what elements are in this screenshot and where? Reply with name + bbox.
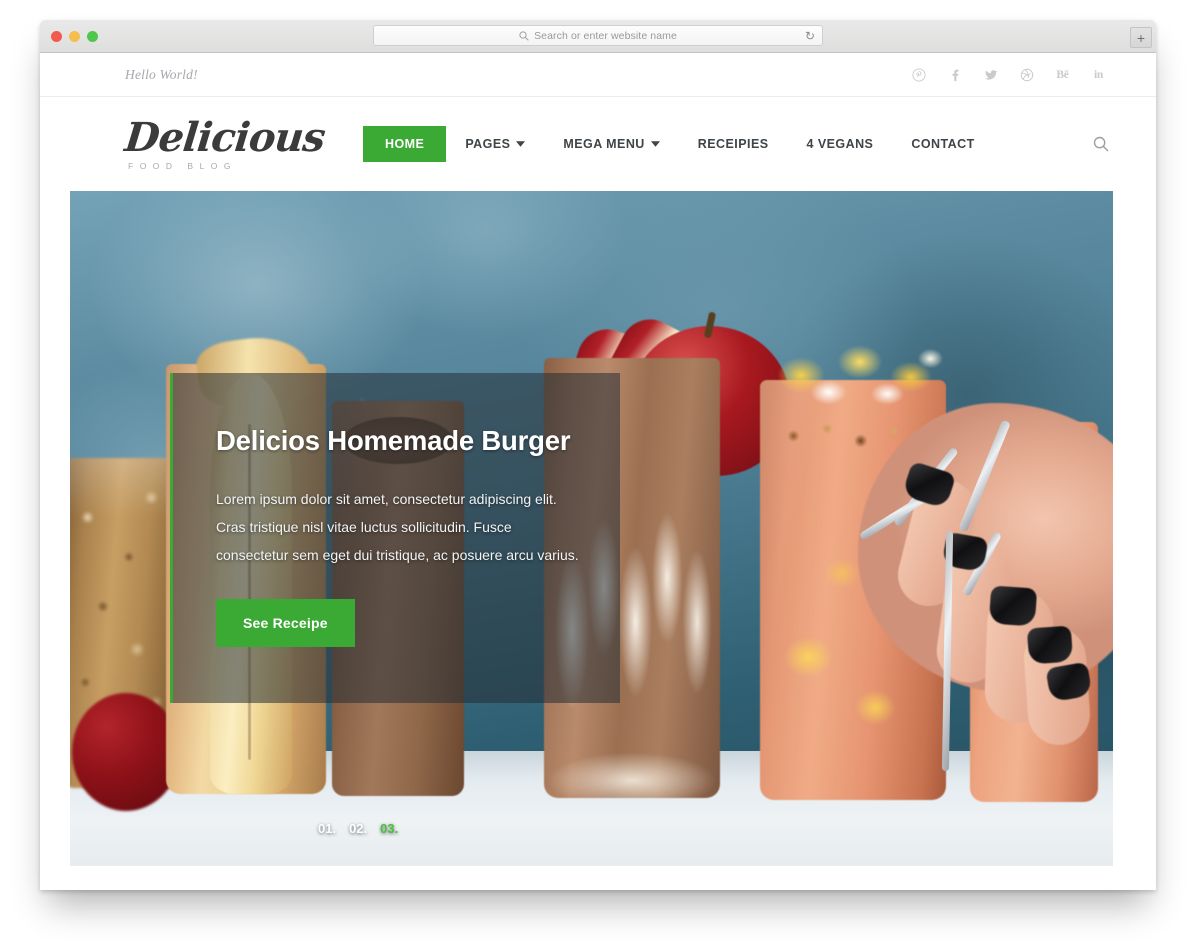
linkedin-icon[interactable]: in <box>1091 67 1106 82</box>
nav-label: 4 VEGANS <box>806 137 874 151</box>
nav-label: CONTACT <box>911 137 975 151</box>
site-logo[interactable]: Delicious FOOD BLOG <box>122 113 355 171</box>
reload-icon[interactable]: ↻ <box>805 29 815 43</box>
nav-item-contact[interactable]: CONTACT <box>892 127 993 161</box>
browser-window: Search or enter website name ↻ + Hello W… <box>40 20 1156 890</box>
hero-slider: Delicios Homemade Burger Lorem ipsum dol… <box>70 191 1113 866</box>
dribbble-icon[interactable] <box>1019 67 1034 82</box>
website-viewport: Hello World! Bē in Delicious FOOD BLOG H… <box>40 53 1156 890</box>
hero-description: Lorem ipsum dolor sit amet, consectetur … <box>216 491 579 563</box>
nav-label: PAGES <box>465 137 511 151</box>
maximize-window-button[interactable] <box>87 30 98 42</box>
twitter-icon[interactable] <box>983 67 998 82</box>
browser-titlebar: Search or enter website name ↻ + <box>40 20 1156 53</box>
search-icon[interactable] <box>1092 135 1110 153</box>
hero-pagination-item-1[interactable]: 01. <box>318 821 336 836</box>
facebook-icon[interactable] <box>947 67 962 82</box>
search-icon <box>519 30 529 41</box>
nav-label: HOME <box>385 137 425 151</box>
main-navigation: HOME PAGES MEGA MENU RECEIPIES 4 VEGANS <box>355 126 1082 162</box>
nav-item-4-vegans[interactable]: 4 VEGANS <box>788 127 893 161</box>
social-links: Bē in <box>911 67 1106 82</box>
pinterest-icon[interactable] <box>911 67 926 82</box>
site-tagline: Hello World! <box>125 66 198 82</box>
logo-wordmark: Delicious <box>122 113 327 161</box>
nav-label: RECEIPIES <box>697 137 769 151</box>
see-receipe-button[interactable]: See Receipe <box>216 599 355 647</box>
hero-caption: Delicios Homemade Burger Lorem ipsum dol… <box>170 373 620 703</box>
nav-item-home[interactable]: HOME <box>363 126 447 162</box>
chevron-down-icon <box>650 141 660 147</box>
new-tab-button[interactable]: + <box>1130 27 1152 48</box>
nav-item-receipies[interactable]: RECEIPIES <box>679 127 788 161</box>
decorative-red-apple-left <box>72 693 180 811</box>
hero-pagination: 01. 02. 03. <box>318 821 398 836</box>
site-header: Delicious FOOD BLOG HOME PAGES MEGA MENU… <box>40 97 1156 191</box>
decorative-fingernail <box>988 585 1038 627</box>
address-bar-placeholder: Search or enter website name <box>534 29 677 42</box>
hero-pagination-item-2[interactable]: 02. <box>349 821 367 836</box>
nav-label: MEGA MENU <box>563 137 645 151</box>
hero-pagination-item-3[interactable]: 03. <box>380 821 398 836</box>
nav-item-pages[interactable]: PAGES <box>446 127 544 161</box>
address-bar[interactable]: Search or enter website name ↻ <box>373 25 823 46</box>
logo-tagline: FOOD BLOG <box>128 160 238 171</box>
minimize-window-button[interactable] <box>69 30 80 42</box>
hero-title: Delicios Homemade Burger <box>216 425 571 456</box>
nav-item-mega-menu[interactable]: MEGA MENU <box>544 127 678 161</box>
behance-icon[interactable]: Bē <box>1055 67 1070 82</box>
chevron-down-icon <box>516 141 526 147</box>
close-window-button[interactable] <box>51 30 62 42</box>
window-controls <box>40 30 98 42</box>
decorative-pineapple-coconut-top <box>758 330 954 414</box>
decorative-fingernail <box>1026 625 1074 665</box>
site-topbar: Hello World! Bē in <box>40 53 1156 97</box>
